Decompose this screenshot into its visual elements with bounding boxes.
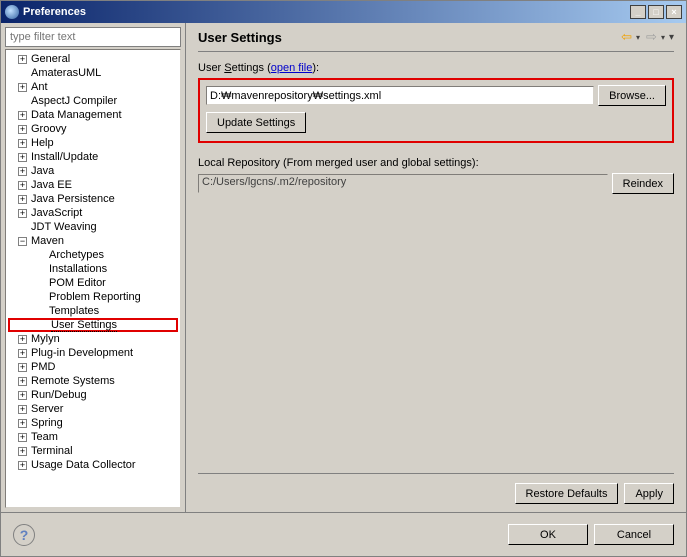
preferences-tree[interactable]: +General AmaterasUML +Ant AspectJ Compil… xyxy=(5,49,181,508)
cancel-button[interactable]: Cancel xyxy=(594,524,674,545)
expand-icon[interactable]: + xyxy=(18,447,27,456)
reindex-button[interactable]: Reindex xyxy=(612,173,674,194)
forward-menu-icon[interactable]: ▾ xyxy=(661,33,665,42)
local-repo-path: C:/Users/lgcns/.m2/repository xyxy=(198,174,608,193)
tree-item-jdt[interactable]: JDT Weaving xyxy=(8,220,178,234)
tree-item-problemreport[interactable]: Problem Reporting xyxy=(8,290,178,304)
expand-icon[interactable]: + xyxy=(18,83,27,92)
tree-item-datamgmt[interactable]: +Data Management xyxy=(8,108,178,122)
tree-item-aspectj[interactable]: AspectJ Compiler xyxy=(8,94,178,108)
tree-item-javaee[interactable]: +Java EE xyxy=(8,178,178,192)
tree-item-mylyn[interactable]: +Mylyn xyxy=(8,332,178,346)
help-icon[interactable]: ? xyxy=(13,524,35,546)
tree-item-install[interactable]: +Install/Update xyxy=(8,150,178,164)
tree-item-server[interactable]: +Server xyxy=(8,402,178,416)
tree-item-java[interactable]: +Java xyxy=(8,164,178,178)
browse-button[interactable]: Browse... xyxy=(598,85,666,106)
tree-item-general[interactable]: +General xyxy=(8,52,178,66)
update-settings-button[interactable]: Update Settings xyxy=(206,112,306,133)
tree-item-pomeditor[interactable]: POM Editor xyxy=(8,276,178,290)
left-panel: +General AmaterasUML +Ant AspectJ Compil… xyxy=(1,23,186,512)
titlebar: Preferences _ □ × xyxy=(1,1,686,23)
expand-icon[interactable]: + xyxy=(18,363,27,372)
preferences-window: Preferences _ □ × +General AmaterasUML +… xyxy=(0,0,687,557)
settings-pane: User Settings ⇦ ▾ ⇨ ▾ ▾ User Settings (ope… xyxy=(186,23,686,512)
expand-icon[interactable]: + xyxy=(18,335,27,344)
tree-item-javascript[interactable]: +JavaScript xyxy=(8,206,178,220)
page-title: User Settings xyxy=(198,30,621,45)
view-menu-icon[interactable]: ▾ xyxy=(669,32,674,43)
user-settings-path-input[interactable] xyxy=(206,86,594,105)
highlighted-section: Browse... Update Settings xyxy=(198,78,674,143)
expand-icon[interactable]: + xyxy=(18,153,27,162)
tree-item-plugindev[interactable]: +Plug-in Development xyxy=(8,346,178,360)
expand-icon[interactable]: + xyxy=(18,125,27,134)
back-arrow-icon[interactable]: ⇦ xyxy=(621,29,632,45)
tree-item-spring[interactable]: +Spring xyxy=(8,416,178,430)
minimize-button[interactable]: _ xyxy=(630,5,646,19)
forward-arrow-icon: ⇨ xyxy=(646,29,657,45)
expand-icon[interactable]: + xyxy=(18,433,27,442)
expand-icon[interactable]: + xyxy=(18,139,27,148)
user-settings-label: User Settings (open file): xyxy=(198,62,674,74)
tree-item-usersettings[interactable]: User Settings xyxy=(8,318,178,332)
open-file-link[interactable]: open file xyxy=(271,62,313,74)
tree-item-javapersist[interactable]: +Java Persistence xyxy=(8,192,178,206)
expand-icon[interactable]: + xyxy=(18,195,27,204)
tree-item-archetypes[interactable]: Archetypes xyxy=(8,248,178,262)
tree-item-help[interactable]: +Help xyxy=(8,136,178,150)
tree-item-maven[interactable]: −Maven xyxy=(8,234,178,248)
expand-icon[interactable]: + xyxy=(18,461,27,470)
tree-item-ant[interactable]: +Ant xyxy=(8,80,178,94)
filter-input[interactable] xyxy=(5,27,181,47)
tree-item-team[interactable]: +Team xyxy=(8,430,178,444)
close-button[interactable]: × xyxy=(666,5,682,19)
expand-icon[interactable]: + xyxy=(18,167,27,176)
bottom-bar: ? OK Cancel xyxy=(1,512,686,556)
tree-item-terminal[interactable]: +Terminal xyxy=(8,444,178,458)
tree-item-rundebug[interactable]: +Run/Debug xyxy=(8,388,178,402)
ok-button[interactable]: OK xyxy=(508,524,588,545)
expand-icon[interactable]: + xyxy=(18,419,27,428)
back-menu-icon[interactable]: ▾ xyxy=(636,33,640,42)
restore-defaults-button[interactable]: Restore Defaults xyxy=(515,483,619,504)
window-title: Preferences xyxy=(23,6,630,18)
expand-icon[interactable]: + xyxy=(18,55,27,64)
expand-icon[interactable]: + xyxy=(18,111,27,120)
tree-item-groovy[interactable]: +Groovy xyxy=(8,122,178,136)
tree-item-pmd[interactable]: +PMD xyxy=(8,360,178,374)
maximize-button[interactable]: □ xyxy=(648,5,664,19)
app-icon xyxy=(5,5,19,19)
expand-icon[interactable]: + xyxy=(18,391,27,400)
apply-button[interactable]: Apply xyxy=(624,483,674,504)
tree-item-amateras[interactable]: AmaterasUML xyxy=(8,66,178,80)
local-repo-label: Local Repository (From merged user and g… xyxy=(198,157,674,169)
tree-item-remotesys[interactable]: +Remote Systems xyxy=(8,374,178,388)
collapse-icon[interactable]: − xyxy=(18,237,27,246)
expand-icon[interactable]: + xyxy=(18,405,27,414)
expand-icon[interactable]: + xyxy=(18,209,27,218)
expand-icon[interactable]: + xyxy=(18,349,27,358)
expand-icon[interactable]: + xyxy=(18,181,27,190)
tree-item-templates[interactable]: Templates xyxy=(8,304,178,318)
tree-item-usage[interactable]: +Usage Data Collector xyxy=(8,458,178,472)
tree-item-installations[interactable]: Installations xyxy=(8,262,178,276)
expand-icon[interactable]: + xyxy=(18,377,27,386)
